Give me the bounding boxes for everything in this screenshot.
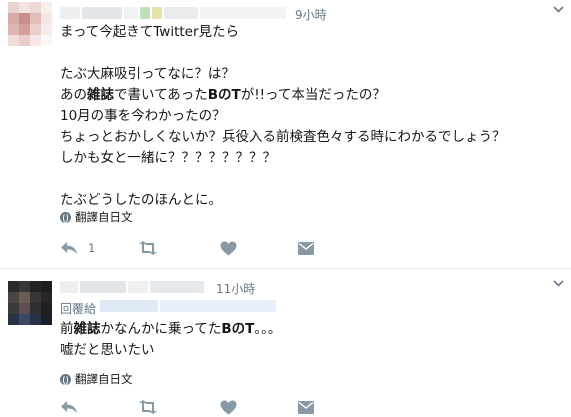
tweet-header (60, 279, 210, 297)
tweet-actions: 1 (60, 238, 360, 258)
tweet-line: あの雑誌で書いてあったBのTが!!って本当だったの？ (60, 87, 386, 103)
translate-link[interactable]: 翻譯自日文 (60, 209, 133, 225)
message-button[interactable] (298, 397, 314, 417)
like-button[interactable] (220, 397, 237, 417)
globe-icon (60, 211, 71, 223)
envelope-icon (298, 400, 314, 414)
display-name-redacted (124, 7, 138, 19)
tweet-line: たぶ大麻吸引ってなに？は？ (60, 66, 235, 82)
reply-button[interactable]: 1 (60, 238, 95, 258)
retweet-icon (139, 400, 157, 414)
username-redacted[interactable] (150, 281, 204, 293)
globe-icon (60, 373, 71, 385)
tweet-line: 嘘だと思いたい (60, 342, 155, 358)
display-name-redacted[interactable] (82, 7, 122, 19)
heart-icon (220, 400, 237, 414)
tweet-line: たぶどうしたのほんとに。 (60, 192, 222, 208)
message-button[interactable] (298, 238, 314, 258)
display-name-redacted[interactable] (60, 281, 78, 293)
reply-count: 1 (88, 241, 96, 255)
tweet-line: まって今起きてTwitter見たら (60, 24, 240, 40)
chevron-down-icon[interactable] (553, 277, 564, 290)
reply-handle-redacted[interactable] (100, 300, 158, 312)
tweet-line: しかも女と一緒に？？？？？？？？ (60, 150, 276, 166)
username-redacted[interactable] (164, 7, 198, 19)
avatar[interactable] (8, 281, 52, 325)
tweet-actions (60, 397, 360, 417)
retweet-icon (139, 241, 157, 255)
avatar[interactable] (8, 2, 52, 46)
retweet-button[interactable] (138, 397, 158, 417)
envelope-icon (298, 241, 314, 255)
username-redacted[interactable] (200, 7, 286, 19)
reply-button[interactable] (60, 397, 78, 417)
reply-handle-redacted[interactable] (160, 300, 276, 312)
reply-icon (61, 242, 77, 254)
translate-label: 翻譯自日文 (75, 210, 133, 224)
translate-label: 翻譯自日文 (75, 372, 133, 386)
reply-icon (61, 401, 77, 413)
tweet[interactable]: 9小時 まって今起きてTwitter見たら たぶ大麻吸引ってなに？は？ あの雑誌… (0, 0, 571, 268)
display-name-redacted[interactable] (60, 7, 80, 19)
tweet[interactable]: 11小時 回覆給 前雑誌かなんかに乗ってたBのT。。。 嘘だと思いたい 翻譯自日… (0, 268, 571, 414)
heart-icon (220, 241, 237, 255)
username-redacted[interactable] (128, 281, 148, 293)
chevron-down-icon[interactable] (553, 3, 564, 16)
retweet-button[interactable] (138, 238, 158, 258)
emoji-redacted (140, 7, 150, 19)
display-name-redacted[interactable] (80, 281, 126, 293)
like-button[interactable] (220, 238, 237, 258)
tweet-timestamp[interactable]: 9小時 (295, 6, 327, 23)
tweet-line: 10月の事を今わかったの？ (60, 108, 226, 124)
tweet-timestamp[interactable]: 11小時 (216, 280, 255, 297)
tweet-line: 前雑誌かなんかに乗ってたBのT。。。 (60, 321, 282, 337)
emoji-redacted (152, 7, 162, 19)
replying-to-label: 回覆給 (60, 302, 97, 316)
tweet-line: ちょっとおかしくないか？兵役入る前検査色々する時にわかるでしょう？ (60, 129, 506, 145)
translate-link[interactable]: 翻譯自日文 (60, 371, 133, 387)
tweet-text: 前雑誌かなんかに乗ってたBのT。。。 嘘だと思いたい (60, 319, 281, 361)
replying-to: 回覆給 (60, 300, 96, 317)
tweet-text: まって今起きてTwitter見たら たぶ大麻吸引ってなに？は？ あの雑誌で書いて… (60, 22, 506, 211)
